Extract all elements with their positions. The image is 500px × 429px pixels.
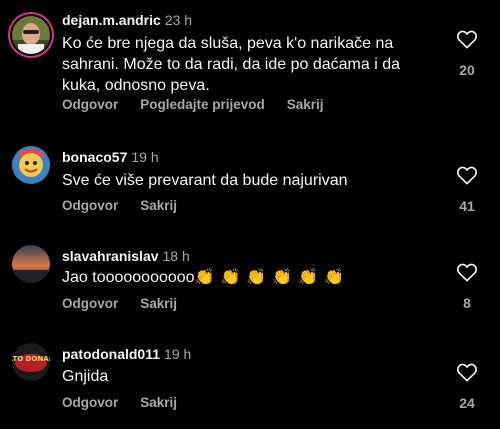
username[interactable]: dejan.m.andric <box>62 12 161 28</box>
heart-icon[interactable] <box>456 165 478 185</box>
man-sunglasses-avatar-icon <box>12 16 50 54</box>
heart-icon[interactable] <box>456 29 478 49</box>
clapping-hands-emoji: 👏👏👏👏👏👏 <box>194 269 351 286</box>
avatar[interactable] <box>12 146 50 184</box>
like-count: 8 <box>463 295 471 311</box>
hide-button[interactable]: Sakrij <box>140 296 177 311</box>
timestamp: 19 h <box>164 346 192 362</box>
hide-button[interactable]: Sakrij <box>287 97 324 112</box>
comment-actions: Odgovor Sakrij <box>62 198 199 213</box>
comment-header: dejan.m.andric 23 h <box>62 12 192 28</box>
translate-button[interactable]: Pogledajte prijevod <box>140 97 265 112</box>
avatar[interactable]: PATO DONALD <box>12 343 50 381</box>
reply-button[interactable]: Odgovor <box>62 97 118 112</box>
comment-text-body: Jao tooooooooooo <box>62 269 195 286</box>
sunset-avatar-icon <box>12 245 50 283</box>
hide-button[interactable]: Sakrij <box>140 198 177 213</box>
avatar[interactable] <box>12 16 50 54</box>
comment-text: Gnjida <box>62 368 109 385</box>
comment-actions: Odgovor Sakrij <box>62 296 199 311</box>
comment-header: patodonald011 19 h <box>62 346 191 362</box>
reply-button[interactable]: Odgovor <box>62 395 118 410</box>
username[interactable]: bonaco57 <box>62 149 127 165</box>
hide-button[interactable]: Sakrij <box>140 395 177 410</box>
comment-item: PATO DONALD patodonald01119 h Gnjida Odg… <box>0 325 500 429</box>
comment-item: bonaco57 19 h Sve će više prevarant da bu… <box>0 125 500 225</box>
comment-item: dejan.m.andric 23 h Ko će bre njega da sl… <box>0 0 500 125</box>
username[interactable]: patodonald011 <box>62 346 160 362</box>
cartoon-avatar-icon <box>12 146 50 184</box>
timestamp: 19 h <box>131 149 159 165</box>
timestamp: 23 h <box>164 12 193 28</box>
timestamp: 18 h <box>162 248 190 264</box>
like-group: 20 <box>448 29 486 78</box>
comment-actions: Odgovor Sakrij <box>62 395 199 410</box>
avatar-logo-text: PATO DONALD <box>12 355 50 363</box>
like-group: 24 <box>448 362 486 411</box>
comment-header: bonaco57 19 h <box>62 149 159 165</box>
comment-text: Jao tooooooooooo👏👏👏👏👏👏 <box>62 267 422 288</box>
like-count: 41 <box>459 198 475 214</box>
comment-header: slavahranislav 18 h <box>62 248 190 264</box>
like-count: 20 <box>459 62 475 78</box>
heart-icon[interactable] <box>456 362 478 382</box>
like-group: 41 <box>448 165 486 214</box>
like-group: 8 <box>448 262 486 311</box>
reply-button[interactable]: Odgovor <box>62 198 118 213</box>
heart-icon[interactable] <box>456 262 478 282</box>
avatar[interactable] <box>12 245 50 283</box>
like-count: 24 <box>459 395 475 411</box>
reply-button[interactable]: Odgovor <box>62 296 118 311</box>
comment-text: Sve će više prevarant da bude najurivan <box>62 172 348 189</box>
comment-actions: Odgovor Pogledajte prijevod Sakrij <box>62 97 346 112</box>
comment-text: Ko će bre njega da sluša, peva k'o narik… <box>62 35 400 94</box>
username[interactable]: slavahranislav <box>62 248 159 264</box>
pato-donald-logo-icon: PATO DONALD <box>12 343 50 381</box>
comment-item: slavahranislav 18 h Jao tooooooooooo👏👏👏👏👏… <box>0 225 500 325</box>
